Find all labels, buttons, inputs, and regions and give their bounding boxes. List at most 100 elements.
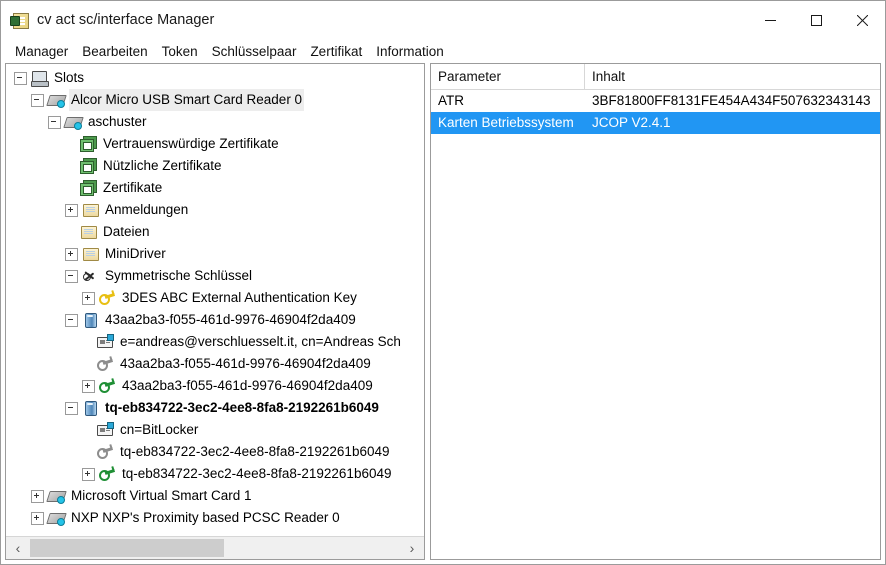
container-icon [82, 400, 99, 416]
expand-icon[interactable] [31, 489, 44, 503]
tree-node[interactable]: Symmetrische Schlüssel [6, 265, 424, 287]
tree-node[interactable]: Slots [6, 67, 424, 89]
key-gray-icon [97, 444, 114, 460]
menu-bar: Manager Bearbeiten Token Schlüsselpaar Z… [1, 39, 885, 63]
folder-icon [80, 224, 97, 240]
tree-node[interactable]: 43aa2ba3-f055-461d-9976-46904f2da409 [6, 375, 424, 397]
tree-node-label: 43aa2ba3-f055-461d-9976-46904f2da409 [120, 356, 371, 371]
tree-node-label: NXP NXP's Proximity based PCSC Reader 0 [71, 510, 340, 525]
tree-node-label: Alcor Micro USB Smart Card Reader 0 [69, 89, 305, 111]
tree-node[interactable]: aschuster [6, 111, 424, 133]
window-title: cv act sc/interface Manager [37, 12, 215, 28]
scrollbar-thumb[interactable] [30, 539, 224, 557]
tree-node-label: Nützliche Zertifikate [103, 158, 222, 173]
key-yellow-icon [99, 290, 116, 306]
tree-node-label: Microsoft Virtual Smart Card 1 [71, 488, 252, 503]
tree-node[interactable]: 43aa2ba3-f055-461d-9976-46904f2da409 [6, 309, 424, 331]
cell-inhalt: JCOP V2.4.1 [592, 115, 671, 130]
menu-item-information[interactable]: Information [369, 42, 451, 61]
tree-node-label: tq-eb834722-3ec2-4ee8-8fa8-2192261b6049 [122, 466, 392, 481]
expand-icon[interactable] [31, 511, 44, 525]
tree-node[interactable]: 43aa2ba3-f055-461d-9976-46904f2da409 [6, 353, 424, 375]
expand-icon[interactable] [82, 467, 95, 481]
scroll-left-arrow-icon[interactable]: ‹ [6, 537, 30, 559]
collapse-icon[interactable] [48, 115, 61, 129]
tree-node[interactable]: Anmeldungen [6, 199, 424, 221]
tree-node-label: 3DES ABC External Authentication Key [122, 290, 357, 305]
tree-node-label: Symmetrische Schlüssel [105, 268, 253, 283]
scrollbar-track[interactable] [30, 537, 400, 559]
tree-node[interactable]: tq-eb834722-3ec2-4ee8-8fa8-2192261b6049 [6, 463, 424, 485]
tree-node-label: MiniDriver [105, 246, 166, 261]
collapse-icon[interactable] [65, 269, 78, 283]
certificate-store-icon [80, 180, 97, 196]
certificate-icon [97, 422, 114, 438]
tree-node[interactable]: Nützliche Zertifikate [6, 155, 424, 177]
folder-icon [82, 202, 99, 218]
expand-icon[interactable] [82, 291, 95, 305]
tree-node[interactable]: Vertrauenswürdige Zertifikate [6, 133, 424, 155]
menu-item-bearbeiten[interactable]: Bearbeiten [75, 42, 154, 61]
scroll-right-arrow-icon[interactable]: › [400, 537, 424, 559]
collapse-icon[interactable] [65, 401, 78, 415]
expand-icon[interactable] [65, 247, 78, 261]
tree-node[interactable]: NXP NXP's Proximity based PCSC Reader 0 [6, 507, 424, 529]
parameter-table-pane: Parameter Inhalt ATR 3BF81800FF8131FE454A… [430, 63, 881, 560]
tree-node-label: Anmeldungen [105, 202, 189, 217]
table-row[interactable]: ATR 3BF81800FF8131FE454A434F507632343143 [431, 90, 880, 112]
tree-node[interactable]: Microsoft Virtual Smart Card 1 [6, 485, 424, 507]
menu-item-token[interactable]: Token [155, 42, 205, 61]
menu-item-manager[interactable]: Manager [8, 42, 75, 61]
column-header-inhalt[interactable]: Inhalt [585, 64, 880, 89]
tree-node[interactable]: cn=BitLocker [6, 419, 424, 441]
menu-item-schluesselpaar[interactable]: Schlüsselpaar [205, 42, 304, 61]
symmetric-keys-icon [82, 268, 99, 284]
collapse-icon[interactable] [65, 313, 78, 327]
window-controls [747, 1, 885, 39]
certificate-store-icon [80, 136, 97, 152]
tree-node-label: Dateien [103, 224, 150, 239]
certificate-store-icon [80, 158, 97, 174]
certificate-icon [97, 334, 114, 350]
card-reader-icon [46, 488, 67, 504]
column-header-parameter[interactable]: Parameter [431, 64, 585, 89]
title-bar: cv act sc/interface Manager [1, 1, 885, 39]
expand-icon[interactable] [65, 203, 78, 217]
key-green-icon [99, 378, 116, 394]
token-tree[interactable]: Slots Alcor Micro USB Smart Card Reader 0… [6, 64, 424, 536]
tree-node-label: aschuster [88, 114, 147, 129]
cell-inhalt: 3BF81800FF8131FE454A434F507632343143 [592, 93, 871, 108]
maximize-button[interactable] [793, 1, 839, 39]
tree-node[interactable]: tq-eb834722-3ec2-4ee8-8fa8-2192261b6049 [6, 441, 424, 463]
minimize-button[interactable] [747, 1, 793, 39]
close-button[interactable] [839, 1, 885, 39]
card-reader-icon [63, 114, 84, 130]
card-reader-icon [46, 92, 67, 108]
card-reader-icon [46, 510, 67, 526]
tree-node[interactable]: 3DES ABC External Authentication Key [6, 287, 424, 309]
main-content: Slots Alcor Micro USB Smart Card Reader 0… [1, 63, 885, 564]
computer-icon [31, 70, 49, 87]
tree-horizontal-scrollbar[interactable]: ‹ › [6, 536, 424, 559]
collapse-icon[interactable] [31, 93, 44, 107]
tree-node[interactable]: tq-eb834722-3ec2-4ee8-8fa8-2192261b6049 [6, 397, 424, 419]
tree-node[interactable]: Dateien [6, 221, 424, 243]
tree-node-label: Vertrauenswürdige Zertifikate [103, 136, 279, 151]
tree-node[interactable]: Zertifikate [6, 177, 424, 199]
container-icon [82, 312, 99, 328]
collapse-icon[interactable] [14, 71, 27, 85]
tree-node[interactable]: MiniDriver [6, 243, 424, 265]
menu-item-zertifikat[interactable]: Zertifikat [303, 42, 369, 61]
tree-node-label: Slots [54, 70, 85, 85]
tree-node-label: tq-eb834722-3ec2-4ee8-8fa8-2192261b6049 [120, 444, 390, 459]
tree-node-label: e=andreas@verschluesselt.it, cn=Andreas … [120, 334, 401, 349]
expand-icon[interactable] [82, 379, 95, 393]
app-window: cv act sc/interface Manager Manager Bear… [0, 0, 886, 565]
tree-node[interactable]: e=andreas@verschluesselt.it, cn=Andreas … [6, 331, 424, 353]
tree-node[interactable]: Alcor Micro USB Smart Card Reader 0 [6, 89, 424, 111]
folder-icon [82, 246, 99, 262]
table-row[interactable]: Karten Betriebssystem JCOP V2.4.1 [431, 112, 880, 134]
tree-node-label: 43aa2ba3-f055-461d-9976-46904f2da409 [105, 312, 356, 327]
token-tree-pane: Slots Alcor Micro USB Smart Card Reader 0… [5, 63, 425, 560]
key-green-icon [99, 466, 116, 482]
